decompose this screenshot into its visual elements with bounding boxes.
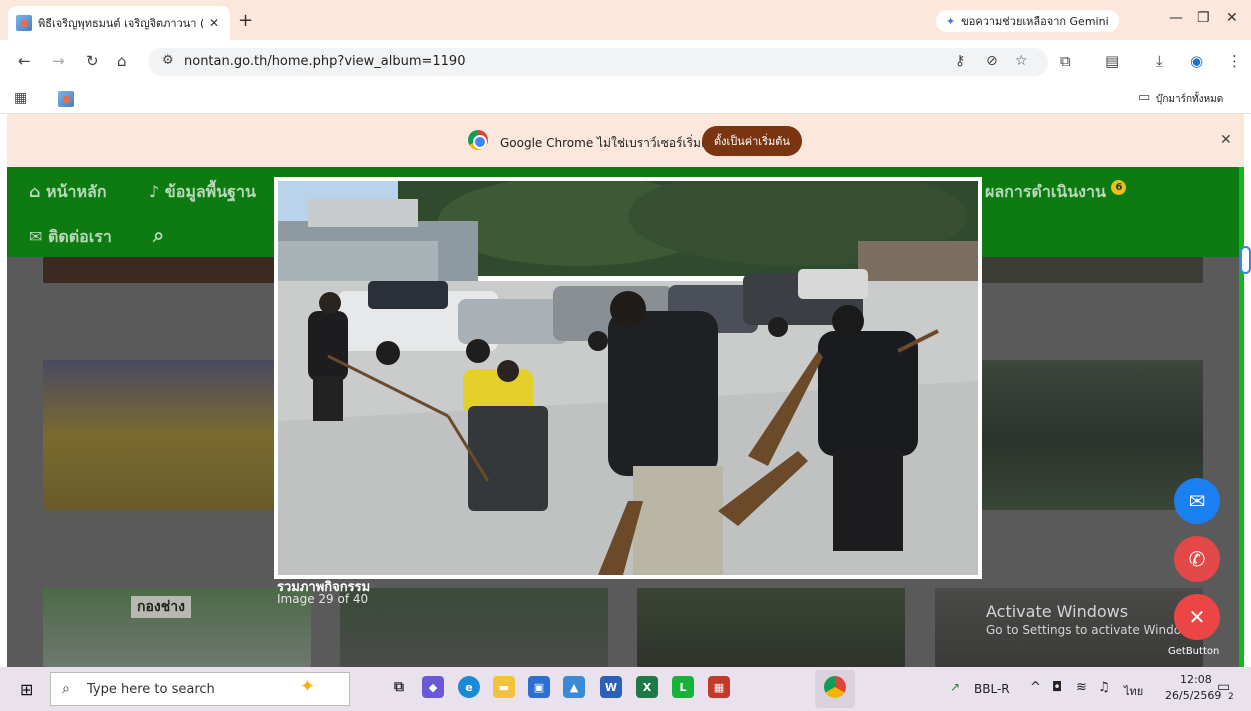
accessibility-icon[interactable]: ◉ bbox=[1190, 52, 1203, 70]
chrome-logo-icon bbox=[468, 130, 488, 150]
copilot-icon[interactable]: ◆ bbox=[422, 676, 444, 698]
store-icon[interactable]: ▣ bbox=[528, 676, 550, 698]
mail-icon: ✉ bbox=[29, 227, 48, 246]
new-tab-button[interactable]: + bbox=[238, 10, 253, 31]
gemini-help-button[interactable]: ✦ ขอความช่วยเหลือจาก Gemini bbox=[936, 10, 1119, 32]
tray-chevron-icon[interactable]: ^ bbox=[1030, 680, 1041, 695]
language-indicator[interactable]: ไทย bbox=[1124, 682, 1143, 700]
gallery-tile[interactable] bbox=[981, 360, 1203, 510]
notification-count: 2 bbox=[1228, 692, 1234, 702]
call-button[interactable]: ✆ bbox=[1174, 536, 1220, 582]
download-icon[interactable]: ⤓ bbox=[1156, 52, 1163, 70]
set-default-button[interactable]: ตั้งเป็นค่าเริ่มต้น bbox=[702, 126, 802, 156]
page-scrollbar[interactable] bbox=[1239, 167, 1244, 667]
bell-icon: ♪ bbox=[149, 182, 165, 201]
activate-title: Activate Windows bbox=[986, 602, 1129, 621]
word-icon[interactable]: W bbox=[600, 676, 622, 698]
gallery-tile[interactable] bbox=[43, 360, 275, 510]
activate-windows-watermark: Activate Windows Go to Settings to activ… bbox=[986, 602, 1181, 637]
folder-icon: ▭ bbox=[1138, 90, 1151, 105]
restore-button[interactable]: ❐ bbox=[1197, 10, 1210, 26]
gallery-tile[interactable] bbox=[43, 257, 275, 283]
taskbar-search-placeholder[interactable]: Type here to search bbox=[87, 682, 215, 697]
line-icon[interactable]: L bbox=[672, 676, 694, 698]
site-settings-icon[interactable]: ⚙ bbox=[162, 53, 174, 68]
menu-kebab-icon[interactable]: ⋮ bbox=[1227, 52, 1242, 70]
nav-home[interactable]: ⌂ หน้าหลัก bbox=[29, 180, 107, 205]
wifi-icon[interactable]: ≋ bbox=[1076, 680, 1087, 695]
site-favicon-icon bbox=[16, 15, 32, 31]
nav-operations[interactable]: ผลการดำเนินงาน 6 bbox=[985, 180, 1127, 205]
forward-arrow-icon[interactable]: → bbox=[52, 52, 65, 70]
task-view-icon[interactable]: ⧉ bbox=[388, 676, 410, 698]
lightbox-frame bbox=[274, 177, 982, 579]
gallery-sign-text: กองช่าง bbox=[131, 596, 191, 618]
messenger-icon: ✉ bbox=[1188, 489, 1206, 513]
close-window-button[interactable]: ✕ bbox=[1226, 10, 1238, 26]
extensions-icon[interactable]: ⧉ bbox=[1060, 52, 1071, 70]
lightbox-counter: Image 29 of 40 bbox=[277, 592, 369, 606]
scrollbar-thumb[interactable] bbox=[1240, 246, 1251, 274]
back-arrow-icon[interactable]: ← bbox=[18, 52, 31, 70]
edge-icon[interactable]: e bbox=[458, 676, 480, 698]
url-text[interactable]: nontan.go.th/home.php?view_album=1190 bbox=[184, 54, 465, 69]
clock-date[interactable]: 26/5/2569 bbox=[1165, 689, 1221, 702]
password-key-icon[interactable]: ⚷ bbox=[955, 53, 965, 69]
file-explorer-icon[interactable]: ▬ bbox=[493, 676, 515, 698]
browser-tab[interactable]: พิธีเจริญพุทธมนต์ เจริญจิตภาวนา (ผ ✕ bbox=[8, 6, 230, 40]
gallery-tile[interactable] bbox=[340, 588, 608, 667]
infobar-close-icon[interactable]: ✕ bbox=[1220, 132, 1232, 148]
search-icon: ⌕ bbox=[62, 681, 70, 697]
nav-basic-info[interactable]: ♪ ข้อมูลพื้นฐาน bbox=[149, 180, 256, 205]
gemini-label: ขอความช่วยเหลือจาก Gemini bbox=[961, 15, 1109, 28]
gallery-tile[interactable] bbox=[637, 588, 905, 667]
getbutton-link[interactable]: GetButton bbox=[1168, 646, 1219, 657]
operations-badge: 6 bbox=[1111, 180, 1127, 195]
close-icon: ✕ bbox=[1188, 605, 1206, 629]
clock-time[interactable]: 12:08 bbox=[1180, 673, 1212, 686]
volume-icon[interactable]: ♫ bbox=[1098, 680, 1110, 695]
all-bookmarks-link[interactable]: บุ๊กมาร์กทั้งหมด bbox=[1156, 92, 1223, 107]
gemini-star-icon: ✦ bbox=[946, 14, 956, 28]
phone-icon: ✆ bbox=[1188, 547, 1206, 571]
minimize-button[interactable]: — bbox=[1169, 10, 1183, 26]
bookmark-star-icon[interactable]: ☆ bbox=[1015, 53, 1028, 69]
gallery-tile[interactable] bbox=[981, 257, 1203, 283]
activate-subtitle: Go to Settings to activate Windo bbox=[986, 623, 1182, 637]
bookmark-favicon-icon[interactable] bbox=[58, 91, 74, 107]
tab-title: พิธีเจริญพุทธมนต์ เจริญจิตภาวนา (ผ bbox=[38, 17, 203, 30]
infobar-message: Google Chrome ไม่ใช่เบราว์เซอร์เริ่มต้น bbox=[500, 136, 717, 150]
search-icon[interactable]: ⌕ bbox=[153, 223, 164, 247]
winrar-icon[interactable]: ▦ bbox=[708, 676, 730, 698]
gallery-tile[interactable]: กองช่าง bbox=[43, 588, 311, 667]
excel-icon[interactable]: X bbox=[636, 676, 658, 698]
tray-label[interactable]: BBL-R bbox=[974, 682, 1010, 696]
network-trend-icon[interactable]: ↗ bbox=[950, 680, 960, 694]
tray-app-icon[interactable]: ◘ bbox=[1052, 680, 1062, 695]
bookmarks-bar: ▦ ▭ บุ๊กมาร์กทั้งหมด bbox=[0, 84, 1251, 114]
copilot-sparkle-icon[interactable]: ✦ bbox=[300, 676, 315, 697]
home-icon: ⌂ bbox=[29, 182, 47, 201]
chrome-taskbar-icon[interactable] bbox=[824, 676, 846, 698]
photos-icon[interactable]: ▲ bbox=[563, 676, 585, 698]
tab-strip: พิธีเจริญพุทธมนต์ เจริญจิตภาวนา (ผ ✕ + ✦… bbox=[0, 0, 1251, 40]
apps-grid-icon[interactable]: ▦ bbox=[14, 90, 27, 106]
windows-start-icon[interactable]: ⊞ bbox=[20, 680, 33, 699]
reload-icon[interactable]: ↻ bbox=[86, 52, 99, 70]
lightbox-photo[interactable] bbox=[278, 181, 978, 575]
messenger-button[interactable]: ✉ bbox=[1174, 478, 1220, 524]
nav-contact[interactable]: ✉ ติดต่อเรา bbox=[29, 225, 112, 250]
close-fab-button[interactable]: ✕ bbox=[1174, 594, 1220, 640]
home-icon[interactable]: ⌂ bbox=[117, 52, 127, 70]
reading-list-icon[interactable]: ▤ bbox=[1105, 52, 1119, 70]
tracking-eye-off-icon[interactable]: ⊘ bbox=[986, 53, 998, 69]
tab-close-icon[interactable]: ✕ bbox=[209, 16, 219, 30]
